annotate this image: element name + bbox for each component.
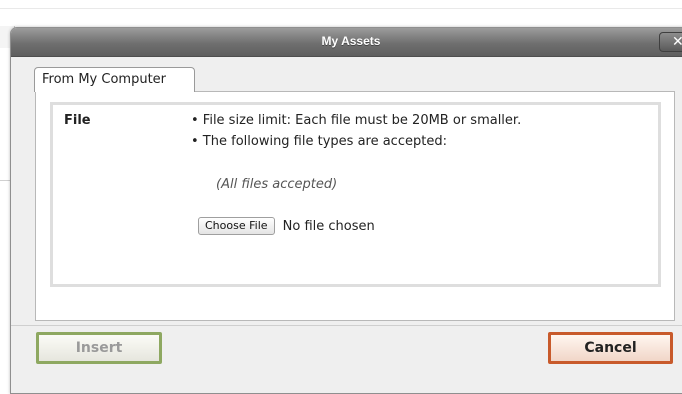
cancel-button[interactable]: Cancel (548, 332, 673, 364)
file-input: Choose File No file chosen (198, 217, 375, 235)
insert-button[interactable]: Insert (36, 332, 162, 364)
background-divider-left (0, 180, 10, 181)
tab-panel: File • File size limit: Each file must b… (35, 91, 675, 321)
my-assets-dialog: My Assets ✕ From My Computer File • File… (10, 27, 682, 394)
dialog-title: My Assets (321, 34, 381, 48)
background-divider (0, 8, 682, 9)
tab-from-my-computer[interactable]: From My Computer (34, 67, 195, 92)
close-button[interactable]: ✕ (659, 32, 682, 52)
upload-form: File • File size limit: Each file must b… (50, 102, 661, 287)
file-field-label: File (64, 113, 91, 128)
instruction-size-limit: • File size limit: Each file must be 20M… (191, 113, 522, 128)
instruction-file-types: • The following file types are accepted: (191, 134, 447, 149)
close-icon: ✕ (672, 34, 682, 50)
footer-divider (11, 325, 682, 326)
choose-file-button[interactable]: Choose File (198, 217, 275, 235)
file-status: No file chosen (282, 218, 375, 234)
dialog-titlebar[interactable]: My Assets ✕ (11, 28, 682, 57)
accepted-file-types: (All files accepted) (216, 177, 338, 192)
upload-instructions: • File size limit: Each file must be 20M… (191, 113, 521, 155)
